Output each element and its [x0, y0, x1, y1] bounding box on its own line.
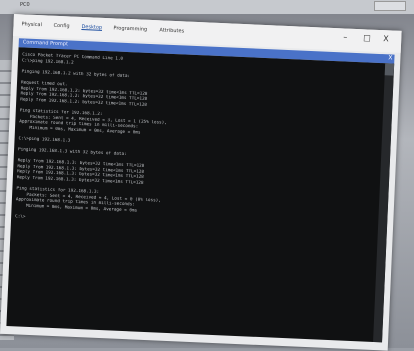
background-window-strip: PC0 [0, 0, 414, 14]
tab-config[interactable]: Config [53, 23, 69, 30]
tab-physical[interactable]: Physical [21, 21, 42, 28]
close-icon[interactable]: X [383, 34, 389, 43]
background-window-button[interactable] [374, 1, 406, 11]
terminal-lines: Cisco Packet Tracer PC Command Line 1.0 C… [15, 52, 362, 234]
tab-attributes[interactable]: Attributes [159, 27, 184, 34]
scrollbar-thumb[interactable] [384, 63, 395, 76]
command-prompt-close-icon[interactable]: X [388, 54, 392, 61]
tab-desktop[interactable]: Desktop [81, 24, 102, 31]
command-prompt-title: Command Prompt [22, 39, 69, 48]
terminal-output[interactable]: Cisco Packet Tracer PC Command Line 1.0 C… [6, 47, 395, 343]
tab-programming[interactable]: Programming [113, 25, 147, 32]
minimize-icon[interactable]: – [343, 32, 347, 41]
pc-window: Physical Config Desktop Programming Attr… [0, 14, 402, 351]
maximize-icon[interactable]: □ [363, 33, 371, 42]
window-title: PC0 [20, 2, 30, 8]
